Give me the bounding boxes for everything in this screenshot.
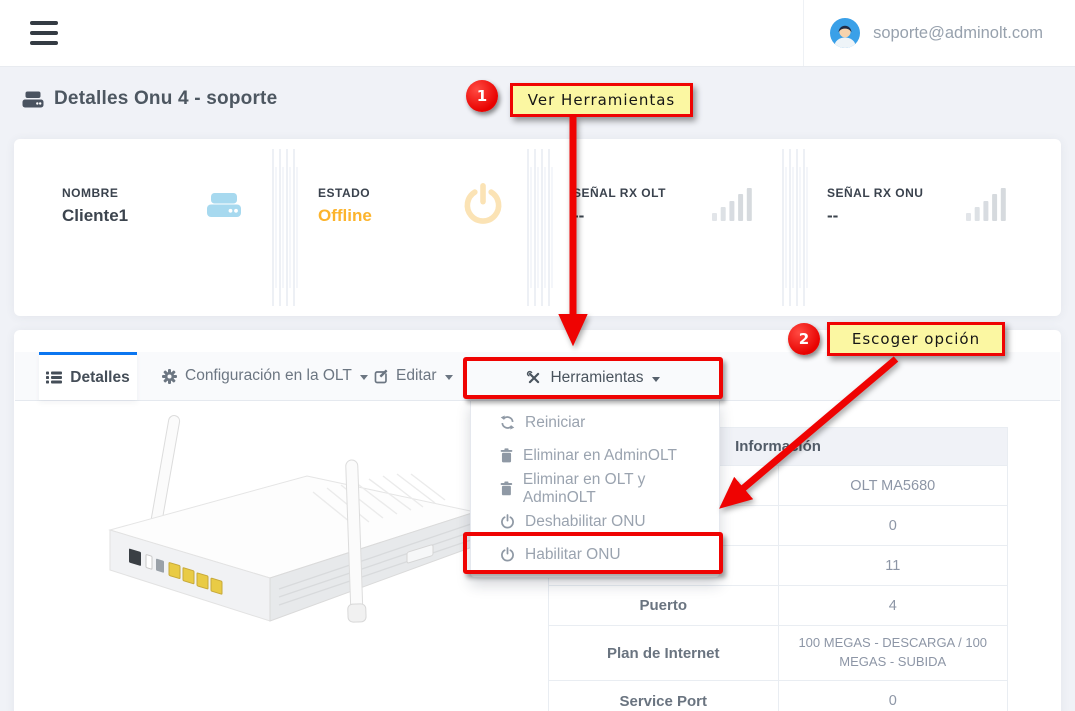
table-row: Service Port 0 [549,681,1008,711]
menu-item-eliminar-adminolt[interactable]: Eliminar en AdminOLT [471,439,719,472]
menu-item-reiniciar[interactable]: Reiniciar [471,406,719,439]
top-navbar: soporte@adminolt.com [0,0,1075,67]
signal-bars-icon [966,188,1006,221]
tab-label: Herramientas [550,369,643,387]
menu-item-eliminar-olt-y-adminolt[interactable]: Eliminar en OLT y AdminOLT [471,472,719,505]
divider [272,149,298,306]
stat-value-nombre: Cliente1 [62,206,128,226]
trash-icon [500,481,513,496]
stat-label-senal-rx-onu: SEÑAL RX ONU [827,186,923,200]
onu-product-image [55,408,485,658]
tools-icon [526,370,542,386]
tab-configuracion-olt[interactable]: Configuración en la OLT [162,352,368,400]
adminolt-app: soporte@adminolt.com Detalles Onu 4 - so… [0,0,1075,711]
menu-item-label: Reiniciar [525,414,585,432]
refresh-icon [500,415,515,430]
step-1-note: Ver Herramientas [510,83,693,117]
hamburger-menu-button[interactable] [30,21,58,45]
trash-icon [500,448,513,463]
tab-label: Editar [396,367,437,385]
tab-label: Configuración en la OLT [185,367,352,385]
chevron-down-icon [360,375,368,380]
herramientas-dropdown: Reiniciar Eliminar en AdminOLT Eliminar … [470,400,720,578]
page-title-text: Detalles Onu 4 - soporte [54,88,277,110]
onu-icon [22,91,44,108]
step-2-note: Escoger opción [827,322,1005,356]
table-row: Puerto 4 [549,586,1008,626]
router-icon [204,191,244,221]
stat-label-estado: ESTADO [318,186,370,200]
stat-value-senal-rx-olt: -- [573,206,584,226]
tab-herramientas[interactable]: Herramientas [463,357,723,399]
power-status-icon [462,183,504,225]
gear-icon [162,369,177,384]
tab-editar[interactable]: Editar [373,352,453,400]
menu-item-label: Eliminar en AdminOLT [523,447,677,465]
status-summary-card: NOMBRE Cliente1 ESTADO Offline SEÑAL RX … [14,139,1061,316]
table-row: Plan de Internet 100 MEGAS - DESCARGA / … [549,626,1008,681]
tab-detalles[interactable]: Detalles [39,352,137,400]
step-2-badge: 2 [788,323,820,355]
edit-icon [373,369,388,384]
divider [782,149,808,306]
list-icon [46,371,62,384]
chevron-down-icon [652,377,660,382]
menu-item-habilitar-onu[interactable]: Habilitar ONU [471,538,719,571]
menu-item-label: Habilitar ONU [525,546,621,564]
user-avatar [830,18,860,48]
menu-item-deshabilitar-onu[interactable]: Deshabilitar ONU [471,505,719,538]
user-menu[interactable]: soporte@adminolt.com [803,0,1061,66]
page-title: Detalles Onu 4 - soporte [22,88,277,110]
signal-bars-icon [712,188,752,221]
power-icon [500,514,515,529]
stat-label-senal-rx-olt: SEÑAL RX OLT [573,186,666,200]
step-1-badge: 1 [466,80,498,112]
tab-label: Detalles [70,369,129,387]
user-email: soporte@adminolt.com [873,24,1043,43]
stat-value-estado: Offline [318,206,372,226]
chevron-down-icon [445,375,453,380]
stat-value-senal-rx-onu: -- [827,206,838,226]
stat-label-nombre: NOMBRE [62,186,118,200]
menu-item-label: Eliminar en OLT y AdminOLT [523,471,719,507]
menu-item-label: Deshabilitar ONU [525,513,646,531]
power-icon [500,547,515,562]
divider [527,149,553,306]
